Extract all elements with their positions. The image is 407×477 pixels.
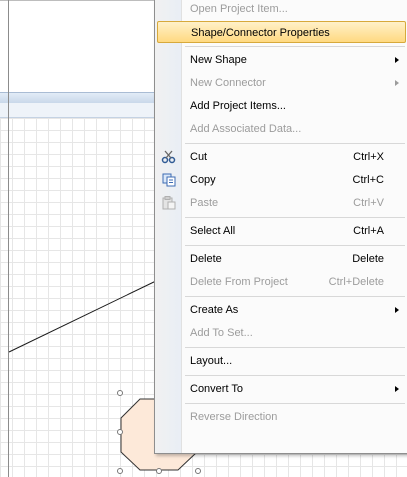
- menu-separator: [185, 375, 405, 376]
- menu-item-convert-to[interactable]: Convert To: [157, 378, 406, 400]
- menu-item-label: Shape/Connector Properties: [191, 27, 330, 39]
- menu-item-delete[interactable]: Delete Delete: [157, 248, 406, 270]
- context-menu: Open Project Item... Shape/Connector Pro…: [154, 0, 407, 454]
- menu-item-cut[interactable]: Cut Ctrl+X: [157, 146, 406, 168]
- submenu-arrow-icon: [395, 307, 399, 313]
- scissors-icon: [161, 150, 176, 164]
- paste-icon: [162, 196, 176, 210]
- menu-separator: [185, 217, 405, 218]
- menu-item-label: Layout...: [190, 355, 233, 367]
- menu-item-select-all[interactable]: Select All Ctrl+A: [157, 220, 406, 242]
- menu-item-label: Convert To: [190, 383, 243, 395]
- handle-bottom-right: [195, 468, 201, 474]
- menu-item-label: Add Project Items...: [190, 100, 286, 112]
- menu-item-label: Add To Set...: [190, 327, 253, 339]
- menu-item-shortcut: Ctrl+A: [353, 225, 384, 237]
- menu-item-label: Cut: [190, 151, 208, 163]
- copy-icon: [162, 173, 176, 187]
- menu-item-label: Create As: [190, 304, 239, 316]
- menu-item-label: New Shape: [190, 54, 247, 66]
- menu-item-shortcut: Ctrl+Delete: [328, 276, 384, 288]
- menu-item-delete-from-project[interactable]: Delete From Project Ctrl+Delete: [157, 271, 406, 293]
- menu-separator: [185, 143, 405, 144]
- menu-item-layout[interactable]: Layout...: [157, 350, 406, 372]
- menu-item-shortcut: Ctrl+V: [353, 197, 384, 209]
- menu-item-label: New Connector: [190, 77, 266, 89]
- menu-item-shape-connector-properties[interactable]: Shape/Connector Properties: [157, 21, 406, 43]
- menu-item-label: Copy: [190, 174, 216, 186]
- handle-middle-left: [117, 429, 123, 435]
- menu-item-new-connector[interactable]: New Connector: [157, 72, 406, 94]
- menu-item-shortcut: Delete: [352, 253, 384, 265]
- handle-bottom-left: [117, 468, 123, 474]
- menu-item-shortcut: Ctrl+C: [352, 174, 384, 186]
- menu-item-label: Select All: [190, 225, 236, 237]
- menu-item-create-as[interactable]: Create As: [157, 299, 406, 321]
- connector-line[interactable]: [8, 279, 159, 353]
- submenu-arrow-icon: [395, 80, 399, 86]
- menu-item-shortcut: Ctrl+X: [353, 151, 384, 163]
- handle-top-left: [117, 390, 123, 396]
- menu-item-paste[interactable]: Paste Ctrl+V: [157, 192, 406, 214]
- menu-item-new-shape[interactable]: New Shape: [157, 49, 406, 71]
- menu-item-copy[interactable]: Copy Ctrl+C: [157, 169, 406, 191]
- menu-item-add-associated-data[interactable]: Add Associated Data...: [157, 118, 406, 140]
- menu-item-label: Delete From Project: [190, 276, 288, 288]
- menu-item-label: Add Associated Data...: [190, 123, 302, 135]
- menu-item-add-to-set[interactable]: Add To Set...: [157, 322, 406, 344]
- menu-item-reverse-direction[interactable]: Reverse Direction: [157, 406, 406, 428]
- submenu-arrow-icon: [395, 386, 399, 392]
- menu-separator: [185, 347, 405, 348]
- menu-separator: [185, 296, 405, 297]
- menu-separator: [185, 245, 405, 246]
- menu-item-add-project-items[interactable]: Add Project Items...: [157, 95, 406, 117]
- menu-item-label: Delete: [190, 253, 222, 265]
- menu-item-label: Paste: [190, 197, 219, 209]
- handle-bottom-middle: [156, 468, 162, 474]
- menu-item-label: Open Project Item...: [190, 3, 288, 15]
- menu-item-label: Reverse Direction: [190, 411, 278, 423]
- submenu-arrow-icon: [395, 57, 399, 63]
- menu-separator: [185, 46, 405, 47]
- menu-item-open-project-item[interactable]: Open Project Item...: [157, 0, 406, 20]
- menu-separator: [185, 403, 405, 404]
